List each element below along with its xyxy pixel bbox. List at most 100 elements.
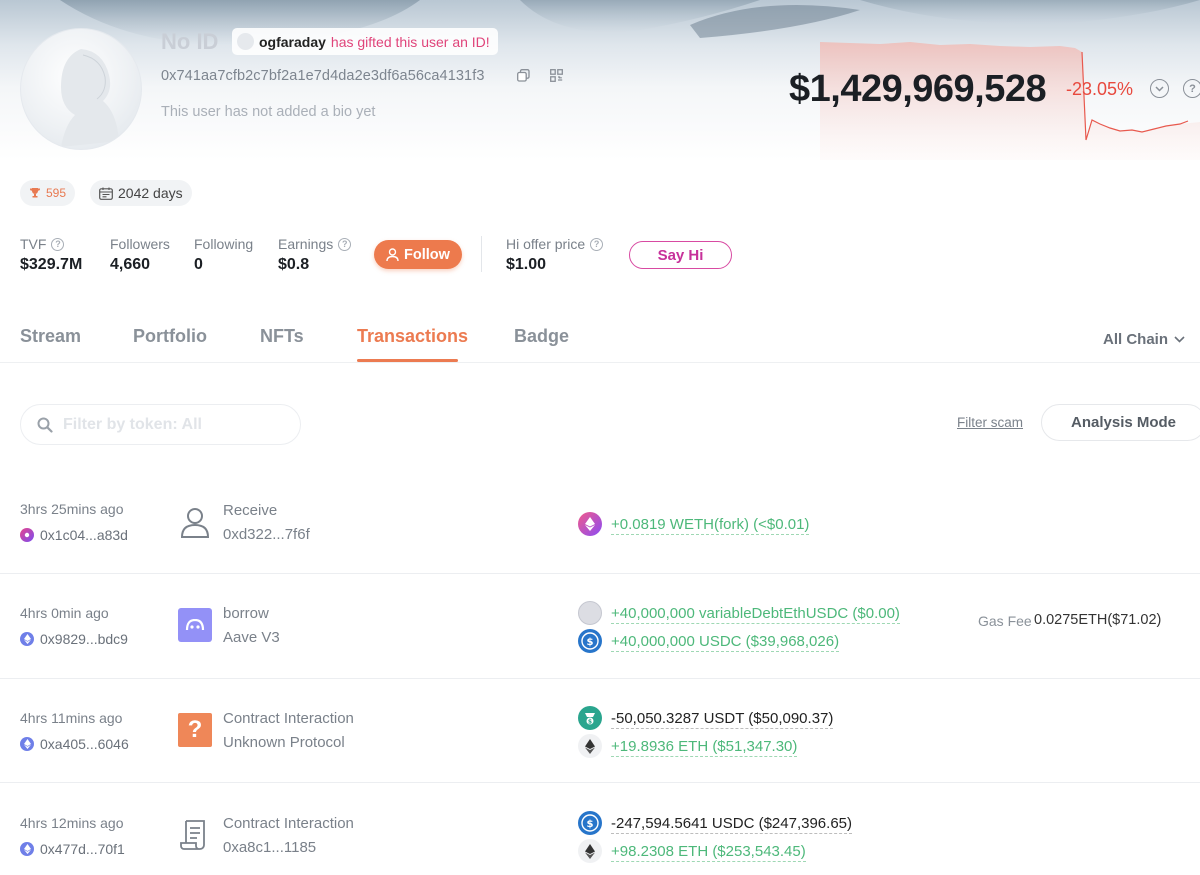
ethereum-chain-icon <box>20 842 34 856</box>
chain-selector[interactable]: All Chain <box>1103 331 1185 348</box>
tx-hash[interactable]: 0x1c04...a83d <box>20 527 128 543</box>
tx-protocol: Unknown Protocol <box>223 734 345 751</box>
token-amount[interactable]: +40,000,000 variableDebtEthUSDC ($0.00) <box>611 605 900 624</box>
gifter-username[interactable]: ogfaraday <box>259 34 326 50</box>
gas-fee-value: 0.0275ETH($71.02) <box>1034 612 1162 628</box>
ethereum-chain-icon <box>20 737 34 751</box>
follow-button-label: Follow <box>404 246 450 263</box>
row-divider <box>0 678 1200 679</box>
qr-code-icon[interactable] <box>547 66 565 84</box>
help-icon[interactable]: ? <box>1183 79 1200 98</box>
tvf-label-text: TVF <box>20 236 47 252</box>
tx-hash-text: 0x1c04...a83d <box>40 527 128 543</box>
chevron-down-icon <box>1174 336 1185 343</box>
eth-icon <box>578 734 602 758</box>
profile-header: No ID ogfaraday has gifted this user an … <box>0 0 1200 160</box>
tx-hash-text: 0x477d...70f1 <box>40 841 125 857</box>
ethereum-chain-icon <box>20 632 34 646</box>
follow-button[interactable]: Follow <box>374 240 462 269</box>
user-icon <box>178 505 212 539</box>
trophy-icon <box>30 188 40 198</box>
token-filter-input[interactable] <box>63 415 283 434</box>
help-icon[interactable]: ? <box>338 237 352 251</box>
id-gift-notice[interactable]: ogfaraday has gifted this user an ID! <box>232 28 498 55</box>
svg-text:$: $ <box>587 819 594 830</box>
row-divider <box>0 782 1200 783</box>
row-divider <box>0 573 1200 574</box>
tx-hash[interactable]: 0xa405...6046 <box>20 736 129 752</box>
following-label: Following <box>194 236 254 252</box>
score-badge[interactable]: 595 <box>20 180 76 206</box>
filter-scam-link[interactable]: Filter scam <box>957 415 1023 430</box>
earnings-label-text: Earnings <box>278 236 334 252</box>
copy-icon[interactable] <box>514 66 532 84</box>
tvf-label: TVF? <box>20 236 65 252</box>
weth-fork-icon <box>578 512 602 536</box>
token-amount[interactable]: +0.0819 WETH(fork) (<$0.01) <box>611 516 810 535</box>
tx-hash[interactable]: 0x477d...70f1 <box>20 841 125 857</box>
token-amount[interactable]: +40,000,000 USDC ($39,968,026) <box>611 633 840 652</box>
followers-value[interactable]: 4,660 <box>110 256 150 274</box>
tab-portfolio[interactable]: Portfolio <box>133 326 207 347</box>
usdt-icon: $$ <box>578 706 602 730</box>
chain-selector-value: All Chain <box>1103 331 1169 348</box>
chevron-down-icon[interactable] <box>1150 79 1169 98</box>
stats-divider <box>481 236 482 272</box>
profile-name: No ID <box>161 29 219 54</box>
variable-debt-usdc-icon <box>578 601 602 625</box>
aave-protocol-icon <box>178 608 212 642</box>
contract-scroll-icon <box>178 818 212 852</box>
tx-counterparty[interactable]: 0xa8c1...1185 <box>223 839 316 856</box>
tab-stream[interactable]: Stream <box>20 326 81 347</box>
tx-action: Receive <box>223 502 278 519</box>
usdc-icon: $ <box>578 811 602 835</box>
tab-nfts[interactable]: NFTs <box>260 326 304 347</box>
earnings-value: $0.8 <box>278 256 310 273</box>
help-icon[interactable]: ? <box>51 237 65 251</box>
hi-offer-label: Hi offer price? <box>506 236 604 252</box>
analysis-mode-button[interactable]: Analysis Mode <box>1041 404 1200 441</box>
wallet-address: 0x741aa7cfb2c7bf2a1e7d4da2e3df6a56ca4131… <box>161 68 485 84</box>
tx-counterparty[interactable]: 0xd322...7f6f <box>223 526 310 543</box>
tvf-value: $329.7M <box>20 256 83 273</box>
account-age-value: 2042 days <box>118 185 183 201</box>
usdc-icon: $ <box>578 629 602 653</box>
tx-hash[interactable]: 0x9829...bdc9 <box>20 631 128 647</box>
svg-text:$: $ <box>587 637 594 648</box>
search-icon <box>37 417 53 433</box>
following-value[interactable]: 0 <box>194 256 203 274</box>
add-user-icon <box>386 247 399 261</box>
score-value: 595 <box>46 186 67 200</box>
gas-fee-label: Gas Fee <box>978 613 1032 629</box>
tx-action: borrow <box>223 605 269 622</box>
token-amount[interactable]: -50,050.3287 USDT ($50,090.37) <box>611 710 834 729</box>
say-hi-button[interactable]: Say Hi <box>629 241 732 269</box>
unknown-protocol-icon: ? <box>178 713 212 747</box>
account-age-badge: 2042 days <box>90 180 192 206</box>
net-worth-value: $1,429,969,528 <box>789 68 1047 110</box>
token-amount[interactable]: +98.2308 ETH ($253,543.45) <box>611 843 806 862</box>
avatar-silhouette-icon <box>61 49 119 147</box>
help-icon[interactable]: ? <box>590 237 604 251</box>
tab-badge[interactable]: Badge <box>514 326 569 347</box>
gifter-avatar <box>237 33 254 50</box>
hi-offer-value: $1.00 <box>506 256 547 273</box>
tx-hash-text: 0x9829...bdc9 <box>40 631 128 647</box>
avatar[interactable] <box>20 28 142 150</box>
token-filter-search[interactable] <box>20 404 301 445</box>
tabs-divider <box>0 362 1200 363</box>
token-amount[interactable]: +19.8936 ETH ($51,347.30) <box>611 738 798 757</box>
tx-time: 4hrs 12mins ago <box>20 815 124 831</box>
tx-protocol[interactable]: Aave V3 <box>223 629 280 646</box>
tab-transactions[interactable]: Transactions <box>357 326 468 347</box>
token-amount[interactable]: -247,594.5641 USDC ($247,396.65) <box>611 815 852 834</box>
tx-time: 4hrs 11mins ago <box>20 710 123 726</box>
tx-action: Contract Interaction <box>223 815 354 832</box>
svg-text:$: $ <box>588 719 592 726</box>
gift-message: has gifted this user an ID! <box>330 33 490 50</box>
calendar-icon <box>99 187 113 200</box>
net-worth-change: -23.05% <box>1066 79 1134 99</box>
eth-icon <box>578 839 602 863</box>
hi-offer-label-text: Hi offer price <box>506 236 586 252</box>
tx-action: Contract Interaction <box>223 710 354 727</box>
